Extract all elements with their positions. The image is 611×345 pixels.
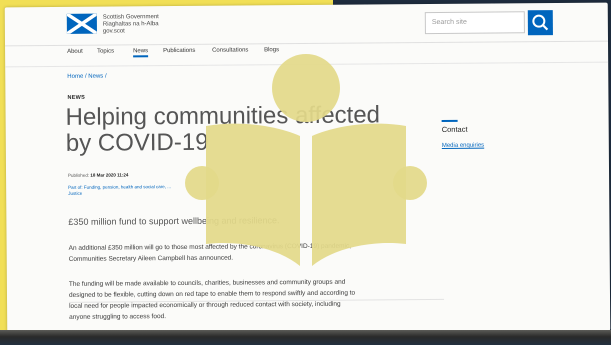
nav-about[interactable]: About <box>67 49 83 55</box>
published-date: Published: 18 Mar 2020 11:24 <box>68 172 128 177</box>
logo-line-3: gov.scot <box>102 28 125 35</box>
part-of-text[interactable]: Part of: Funding, pension, health and so… <box>68 184 171 190</box>
search-icon <box>532 14 549 31</box>
search-button[interactable] <box>527 10 553 36</box>
logo-line-2: Riaghaltas na h-Alba <box>102 21 159 28</box>
logo-line-1: Scottish Government <box>102 14 159 21</box>
nav-topics[interactable]: Topics <box>97 49 114 55</box>
saltire-flag-svg <box>66 13 97 34</box>
media-enquiries-link[interactable]: Media enquiries <box>442 143 484 149</box>
site-header: Scottish Government Riaghaltas na h-Alba… <box>4 2 609 47</box>
article-label: NEWS <box>67 94 86 101</box>
search-input[interactable]: Search site <box>424 11 525 35</box>
reader-icon <box>180 50 430 295</box>
published-value: 18 Mar 2020 11:24 <box>90 172 129 178</box>
saltire-flag-icon[interactable] <box>66 13 97 34</box>
sidebar-accent <box>441 119 458 122</box>
nav-news[interactable]: News <box>133 48 149 58</box>
paper-bottom-shadow <box>0 330 611 345</box>
published-label: Published: <box>68 172 90 178</box>
reader-icon-svg <box>185 54 427 266</box>
sidebar-heading: Contact <box>441 124 468 134</box>
search-placeholder: Search site <box>431 18 467 27</box>
breadcrumb[interactable]: Home / News / <box>67 74 106 80</box>
part-of-text-cont[interactable]: Justice <box>68 191 82 196</box>
